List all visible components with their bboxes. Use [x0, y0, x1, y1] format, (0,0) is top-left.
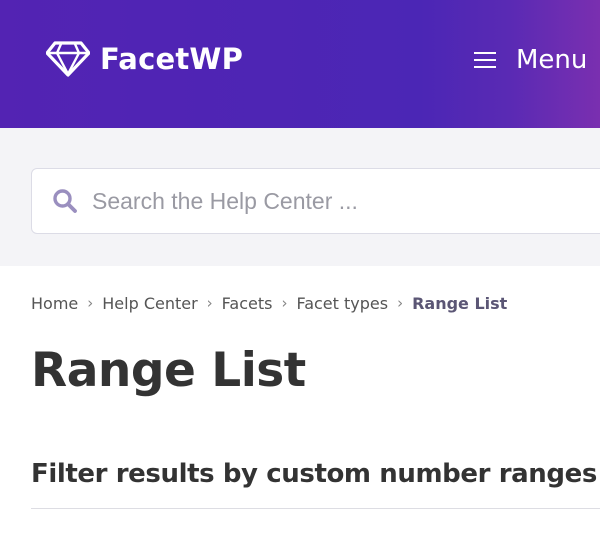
menu-label: Menu [516, 45, 588, 75]
search-section [0, 128, 600, 266]
page-subtitle: Filter results by custom number ranges [31, 459, 597, 489]
search-input[interactable] [92, 169, 592, 233]
diamond-icon [46, 41, 90, 77]
breadcrumb-home[interactable]: Home [31, 294, 78, 313]
breadcrumb-separator: › [87, 294, 94, 312]
site-logo[interactable]: FacetWP [46, 40, 243, 78]
logo-text: FacetWP [100, 42, 244, 76]
breadcrumb: Home › Help Center › Facets › Facet type… [31, 291, 507, 315]
breadcrumb-separator: › [397, 294, 404, 312]
page-title: Range List [31, 343, 306, 398]
breadcrumb-separator: › [206, 294, 213, 312]
breadcrumb-help-center[interactable]: Help Center [102, 294, 197, 313]
breadcrumb-facets[interactable]: Facets [222, 294, 273, 313]
breadcrumb-facet-types[interactable]: Facet types [296, 294, 388, 313]
breadcrumb-separator: › [281, 294, 288, 312]
hamburger-icon [474, 50, 498, 70]
site-header: FacetWP Menu [0, 0, 600, 128]
menu-button[interactable]: Menu [474, 42, 587, 78]
search-icon [53, 189, 77, 213]
divider [31, 508, 600, 509]
search-box[interactable] [31, 168, 600, 234]
breadcrumb-current: Range List [412, 293, 508, 313]
